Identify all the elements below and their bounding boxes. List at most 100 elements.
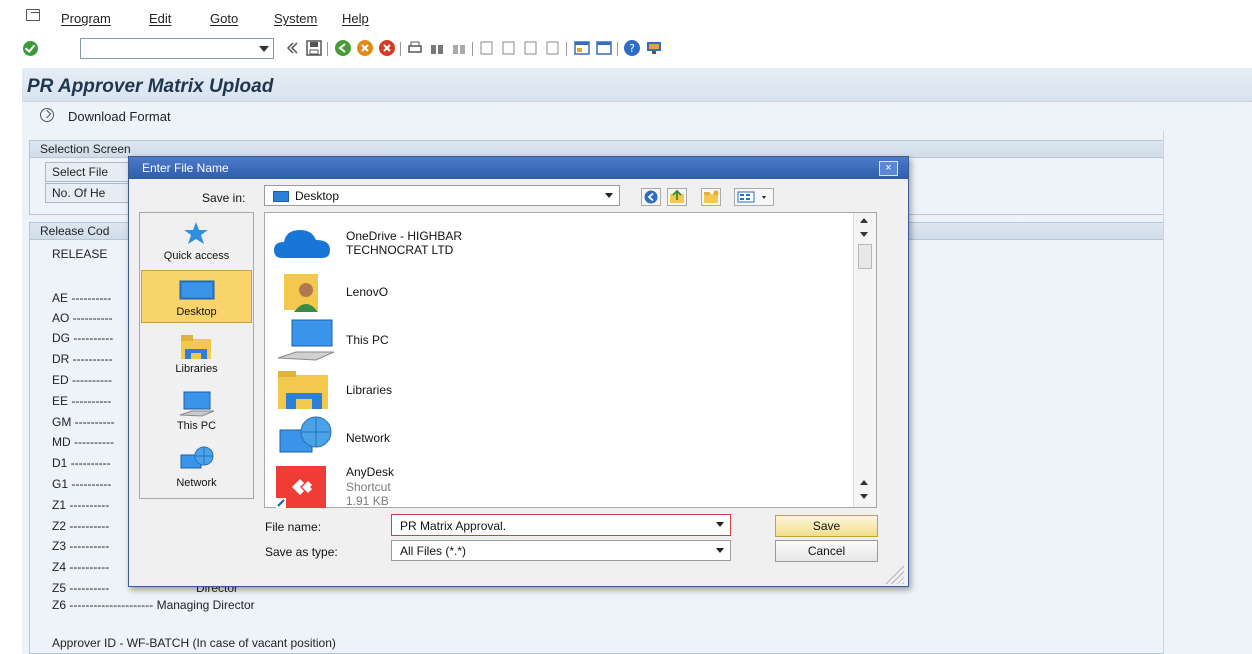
previous-page-icon[interactable]: [500, 39, 518, 57]
file-name-value: PR Matrix Approval.: [400, 519, 507, 533]
enter-check-icon[interactable]: [23, 41, 38, 56]
menu-help[interactable]: Help: [342, 11, 369, 26]
user-folder-icon: [284, 274, 318, 312]
scroll-down-icon[interactable]: [860, 232, 868, 237]
no-of-headers-label: No. Of He: [45, 183, 140, 203]
menu-program[interactable]: Program: [61, 11, 111, 26]
file-name-label: File name:: [265, 520, 322, 534]
item-size: 1.91 KB: [346, 494, 389, 508]
dialog-title: Enter File Name: [142, 161, 229, 175]
up-folder-icon: [670, 189, 684, 203]
release-code-line: Z4 ----------: [52, 560, 110, 574]
download-format-button[interactable]: Download Format: [68, 109, 171, 124]
place-network[interactable]: Network: [141, 441, 252, 494]
scroll-up-icon[interactable]: [860, 480, 868, 485]
print-icon[interactable]: [406, 39, 424, 57]
standard-toolbar: ?: [0, 34, 1252, 62]
help-icon[interactable]: ?: [623, 39, 641, 57]
item-name: This PC: [346, 333, 389, 347]
network-icon: [279, 416, 332, 453]
desktop-small-icon: [273, 191, 289, 202]
last-page-icon[interactable]: [544, 39, 562, 57]
menu-system[interactable]: System: [274, 11, 317, 26]
chevron-down-icon[interactable]: [716, 522, 724, 527]
shortcut-icon[interactable]: [595, 39, 613, 57]
new-session-icon[interactable]: [573, 39, 591, 57]
back-arrow-icon: [644, 190, 658, 204]
place-label: This PC: [176, 420, 217, 432]
save-button[interactable]: Save: [775, 515, 878, 537]
libraries-icon: [278, 371, 328, 409]
save-in-value: Desktop: [295, 189, 340, 203]
first-page-icon[interactable]: [478, 39, 496, 57]
place-this-pc[interactable]: This PC: [141, 384, 252, 437]
back-icon[interactable]: [334, 39, 352, 57]
save-icon[interactable]: [305, 39, 323, 57]
up-folder-button[interactable]: [667, 188, 687, 206]
command-dropdown-icon[interactable]: [259, 46, 269, 52]
chevron-down-icon[interactable]: [716, 548, 724, 553]
computer-icon: [179, 391, 215, 417]
scroll-down-icon[interactable]: [860, 494, 868, 499]
close-icon[interactable]: ×: [879, 161, 898, 176]
desktop-icon: [179, 280, 215, 300]
find-next-icon[interactable]: [450, 39, 468, 57]
menu-icon[interactable]: [26, 9, 40, 21]
page-title: PR Approver Matrix Upload: [27, 76, 274, 97]
computer-icon: [277, 319, 335, 361]
place-desktop[interactable]: Desktop: [141, 270, 252, 323]
next-page-icon[interactable]: [522, 39, 540, 57]
item-type: Shortcut: [346, 480, 391, 494]
scroll-up-icon[interactable]: [860, 218, 868, 223]
cloud-icon: [274, 230, 330, 258]
menu-bar: Program Edit Goto System Help: [0, 0, 1252, 34]
approver-id-line: Approver ID - WF-BATCH (In case of vacan…: [52, 636, 336, 650]
cancel-button[interactable]: Cancel: [775, 540, 878, 562]
item-name: Network: [346, 431, 391, 445]
release-code-line: ED ----------: [52, 373, 112, 387]
command-input[interactable]: [81, 39, 253, 58]
menu-goto[interactable]: Goto: [210, 11, 238, 26]
customize-layout-icon[interactable]: [645, 39, 663, 57]
dialog-title-bar[interactable]: Enter File Name ×: [129, 157, 908, 179]
save-as-type-dropdown[interactable]: All Files (*.*): [391, 540, 731, 561]
save-in-dropdown[interactable]: Desktop: [264, 185, 620, 206]
collapse-icon[interactable]: [283, 39, 301, 57]
item-name: LenovO: [346, 285, 389, 299]
back-nav-button[interactable]: [641, 188, 661, 206]
application-toolbar: [22, 103, 1252, 131]
cancel-icon[interactable]: [378, 39, 396, 57]
save-as-type-value: All Files (*.*): [400, 544, 467, 558]
z6-line: Z6 --------------------- Managing Direct…: [52, 598, 255, 612]
anydesk-icon: [276, 466, 326, 508]
release-code-line: EE ----------: [52, 394, 112, 408]
network-icon: [180, 446, 214, 469]
release-code-line: AO ----------: [52, 311, 113, 325]
place-label: Libraries: [175, 363, 218, 375]
file-name-combo[interactable]: PR Matrix Approval.: [391, 514, 731, 536]
place-libraries[interactable]: Libraries: [141, 327, 252, 380]
place-quick-access[interactable]: Quick access: [141, 214, 252, 267]
release-code-line: G1 ----------: [52, 477, 112, 491]
release-code-line: Z2 ----------: [52, 519, 110, 533]
select-file-label: Select File: [45, 162, 140, 182]
release-code-line: DG ----------: [52, 331, 114, 345]
find-icon[interactable]: [428, 39, 446, 57]
item-name: OneDrive - HIGHBAR: [346, 229, 463, 243]
download-icon[interactable]: [40, 108, 54, 122]
release-code-line: MD ----------: [52, 435, 114, 449]
command-field[interactable]: [80, 38, 274, 59]
view-menu-button[interactable]: [734, 188, 774, 206]
menu-edit[interactable]: Edit: [149, 11, 171, 26]
new-folder-button[interactable]: [701, 188, 721, 206]
release-code-line: GM ----------: [52, 415, 115, 429]
item-name: AnyDesk: [346, 465, 395, 479]
place-label: Network: [176, 477, 217, 489]
release-code-line: DR ----------: [52, 352, 113, 366]
exit-icon[interactable]: [356, 39, 374, 57]
chevron-down-icon[interactable]: [605, 193, 613, 198]
save-in-label: Save in:: [202, 191, 246, 205]
item-name-line2: TECHNOCRAT LTD: [346, 243, 454, 257]
release-code-line: D1 ----------: [52, 456, 111, 470]
scrollbar-thumb[interactable]: [858, 244, 872, 269]
